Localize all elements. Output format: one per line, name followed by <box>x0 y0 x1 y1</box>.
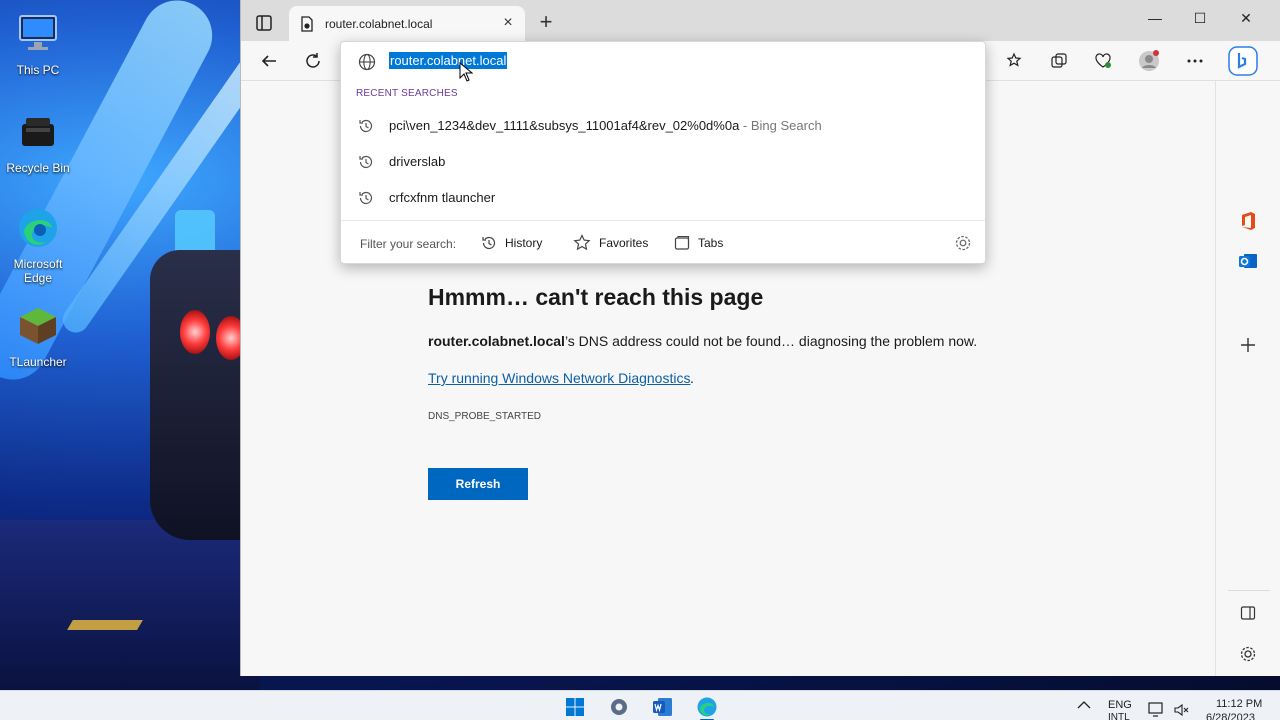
tab-title: router.colabnet.local <box>325 17 433 31</box>
office-icon[interactable] <box>1238 211 1258 231</box>
suggestion-item[interactable]: driverslab <box>341 144 985 180</box>
page-error-icon <box>301 16 313 32</box>
bing-icon <box>1228 46 1258 76</box>
back-button[interactable] <box>257 49 281 73</box>
error-description: router.colabnet.local’s DNS address coul… <box>428 333 977 349</box>
close-window-button[interactable]: ✕ <box>1234 10 1258 32</box>
link-period: . <box>690 370 694 386</box>
filter-tabs-button[interactable]: Tabs <box>674 232 723 254</box>
filter-tabs-label: Tabs <box>698 236 724 250</box>
bing-chat-button[interactable] <box>1227 45 1259 77</box>
grass-block-icon <box>20 308 56 344</box>
error-title: Hmmm… can't reach this page <box>428 284 764 310</box>
suggestion-query: pci\ven_1234&dev_1111&subsys_11001af4&re… <box>389 118 740 133</box>
clock-date: 6/28/2023 <box>1206 712 1255 720</box>
wallpaper-floor <box>0 520 260 690</box>
tabs-icon <box>674 235 690 250</box>
suggestion-query: driverslab <box>389 154 446 169</box>
filter-favorites-button[interactable]: Favorites <box>573 232 648 254</box>
ellipsis-icon <box>1187 59 1203 63</box>
desktop-icon-label: This PC <box>16 63 60 77</box>
desktop-icon-tlauncher[interactable]: TLauncher <box>0 304 76 369</box>
address-input[interactable]: router.colabnet.local <box>389 52 508 69</box>
history-icon <box>359 119 373 133</box>
add-icon[interactable] <box>1240 337 1256 353</box>
error-description-text: ’s DNS address could not be found… diagn… <box>564 333 978 349</box>
sidebar-rail <box>1215 81 1280 676</box>
new-tab-button[interactable]: + <box>535 11 557 34</box>
collections-icon <box>1051 53 1067 68</box>
performance-button[interactable] <box>1091 49 1115 73</box>
filter-history-label: History <box>505 236 543 250</box>
wallpaper-road-line <box>67 620 143 630</box>
desktop-icon-this-pc[interactable]: This PC <box>0 12 76 77</box>
language-layout: INTL <box>1108 712 1130 720</box>
clock-time[interactable]: 11:12 PM <box>1216 698 1262 710</box>
gear-icon[interactable] <box>954 234 972 252</box>
collections-button[interactable] <box>1047 49 1071 73</box>
maximize-button[interactable]: ☐ <box>1188 10 1212 32</box>
desktop-icon-recycle-bin[interactable]: Recycle Bin <box>0 110 76 175</box>
avatar-icon <box>1139 50 1159 71</box>
suggestion-query: crfcxfnm tlauncher <box>389 190 496 205</box>
desktop-icon-label: Microsoft Edge <box>13 257 63 285</box>
address-bar-dropdown: router.colabnet.local RECENT SEARCHES pc… <box>340 41 986 264</box>
rail-divider <box>1228 590 1270 591</box>
error-code: DNS_PROBE_STARTED <box>428 411 541 422</box>
history-icon <box>482 236 496 250</box>
minimize-button[interactable]: — <box>1143 10 1167 32</box>
desktop-icon-label: Recycle Bin <box>6 161 70 175</box>
more-menu-button[interactable] <box>1183 49 1207 73</box>
recent-searches-header: RECENT SEARCHES <box>356 88 458 99</box>
suggestion-item[interactable]: pci\ven_1234&dev_1111&subsys_11001af4&re… <box>341 108 985 144</box>
filter-history-button[interactable]: History <box>481 232 542 254</box>
recycle-bin-icon <box>22 118 54 146</box>
taskbar: ENG INTL 11:12 PM 6/28/2023 <box>0 690 1280 720</box>
history-icon <box>359 191 373 205</box>
car-tail-light <box>180 310 210 354</box>
mouse-cursor-icon <box>459 62 473 82</box>
profile-button[interactable] <box>1137 49 1161 73</box>
outlook-icon[interactable] <box>1238 251 1258 271</box>
back-arrow-icon <box>261 55 276 67</box>
globe-icon <box>358 53 376 71</box>
desktop-icon-label: TLauncher <box>9 355 67 369</box>
filter-label: Filter your search: <box>360 237 457 251</box>
reload-icon <box>306 53 320 68</box>
tab-active[interactable]: router.colabnet.local × <box>289 6 525 41</box>
star-plus-icon <box>1006 52 1022 67</box>
tab-strip: router.colabnet.local × + — ☐ ✕ <box>241 0 1280 41</box>
volume-muted-icon[interactable] <box>1174 703 1190 717</box>
network-icon[interactable] <box>1148 702 1166 718</box>
tab-close-button[interactable]: × <box>499 14 517 32</box>
edge-icon[interactable] <box>696 696 718 718</box>
gear-icon[interactable] <box>1239 645 1257 663</box>
settings-gear-icon[interactable] <box>608 696 630 718</box>
tab-actions-icon[interactable] <box>253 12 275 34</box>
refresh-button[interactable]: Refresh <box>428 468 528 500</box>
suggestion-source: - Bing Search <box>739 118 822 133</box>
chevron-up-icon[interactable] <box>1077 700 1091 710</box>
star-icon <box>573 234 591 251</box>
desktop-icon-edge[interactable]: Microsoft Edge <box>0 206 76 285</box>
filter-favorites-label: Favorites <box>599 236 649 250</box>
search-filter-bar: Filter your search: History Favorites Ta… <box>341 220 985 264</box>
word-icon[interactable] <box>652 696 674 718</box>
edge-icon <box>19 209 57 247</box>
monitor-icon <box>19 15 57 50</box>
language-indicator[interactable]: ENG <box>1108 699 1132 711</box>
heart-pulse-icon <box>1095 53 1111 68</box>
windows-start-icon[interactable] <box>564 696 586 718</box>
network-diagnostics-link[interactable]: Try running Windows Network Diagnostics <box>428 370 690 386</box>
history-icon <box>359 155 373 169</box>
suggestion-text: pci\ven_1234&dev_1111&subsys_11001af4&re… <box>389 118 822 133</box>
reload-button[interactable] <box>301 49 325 73</box>
favorites-button[interactable] <box>1003 49 1027 73</box>
sidebar-toggle-icon[interactable] <box>1240 605 1256 621</box>
error-host: router.colabnet.local <box>428 333 565 349</box>
suggestion-item[interactable]: crfcxfnm tlauncher <box>341 180 985 216</box>
